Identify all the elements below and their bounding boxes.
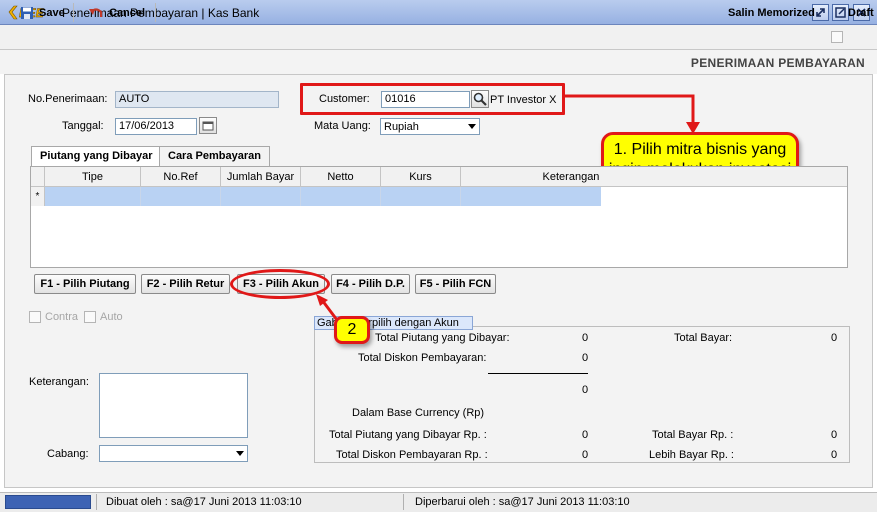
pilih-dp-button[interactable]: F4 - Pilih D.P. xyxy=(331,274,410,294)
customer-code-field[interactable]: 01016 xyxy=(381,91,470,108)
status-divider xyxy=(96,494,97,510)
draft-label: Draft xyxy=(848,7,874,19)
contra-label: Contra xyxy=(45,311,79,323)
cancel-button[interactable]: Cancel xyxy=(88,3,145,23)
mata-uang-label: Mata Uang: xyxy=(314,120,371,132)
maximize-icon xyxy=(835,7,846,18)
auto-label: Auto xyxy=(100,311,123,323)
customer-label: Customer: xyxy=(319,93,370,105)
salin-memorized-button[interactable]: Salin Memorized xyxy=(728,3,815,23)
grid-header-tipe[interactable]: Tipe xyxy=(45,167,141,186)
no-penerimaan-field[interactable]: AUTO xyxy=(115,91,279,108)
grid-cell[interactable] xyxy=(141,187,221,206)
keterangan-textarea[interactable] xyxy=(99,373,248,438)
page-title: PENERIMAAN PEMBAYARAN xyxy=(690,56,865,70)
piutang-grid: Tipe No.Ref Jumlah Bayar Netto Kurs Kete… xyxy=(30,166,848,268)
tanggal-field[interactable]: 17/06/2013 xyxy=(115,118,197,135)
auto-checkbox[interactable] xyxy=(84,311,96,323)
keterangan-label: Keterangan: xyxy=(29,376,89,388)
mata-uang-select[interactable]: Rupiah xyxy=(380,118,480,135)
date-picker-button[interactable] xyxy=(199,117,217,134)
contra-checkbox[interactable] xyxy=(29,311,41,323)
callout-step-2: 2 xyxy=(334,316,370,344)
grid-header-jumlah-bayar[interactable]: Jumlah Bayar xyxy=(221,167,301,186)
total-bayar-rp-value: 0 xyxy=(831,429,838,441)
total-piutang-dibayar-label: Total Piutang yang Dibayar: xyxy=(375,332,510,344)
pilih-fcn-button[interactable]: F5 - Pilih FCN xyxy=(415,274,496,294)
pilih-piutang-button[interactable]: F1 - Pilih Piutang xyxy=(34,274,136,294)
grid-header-keterangan[interactable]: Keterangan xyxy=(461,167,681,186)
undo-arrow-icon xyxy=(89,8,103,17)
toolbar-divider xyxy=(73,3,74,22)
grid-cell[interactable] xyxy=(45,187,141,206)
maximize-button[interactable] xyxy=(832,4,849,21)
grid-header-netto[interactable]: Netto xyxy=(301,167,381,186)
save-button[interactable]: Save xyxy=(20,3,65,23)
calendar-icon xyxy=(202,121,214,131)
grid-header: Tipe No.Ref Jumlah Bayar Netto Kurs Kete… xyxy=(31,167,847,187)
total-piutang-rp-label: Total Piutang yang Dibayar Rp. : xyxy=(329,429,487,441)
subtotal-line xyxy=(488,373,588,374)
total-piutang-dibayar-value: 0 xyxy=(582,332,589,344)
subtotal-value: 0 xyxy=(582,384,589,396)
grid-header-marker xyxy=(31,167,45,186)
status-indicator xyxy=(5,495,91,509)
floppy-disk-icon xyxy=(21,7,33,19)
grid-header-kurs[interactable]: Kurs xyxy=(381,167,461,186)
search-icon xyxy=(473,92,487,106)
mata-uang-value: Rupiah xyxy=(384,120,419,133)
total-diskon-value: 0 xyxy=(582,352,589,364)
restore-icon xyxy=(816,8,825,17)
total-diskon-rp-label: Total Diskon Pembayaran Rp. : xyxy=(336,449,488,461)
total-bayar-rp-label: Total Bayar Rp. : xyxy=(652,429,734,441)
tab-cara-pembayaran[interactable]: Cara Pembayaran xyxy=(159,146,270,166)
cabang-label: Cabang: xyxy=(47,448,89,460)
tab-piutang-yang-dibayar[interactable]: Piutang yang Dibayar xyxy=(31,146,162,167)
total-diskon-rp-value: 0 xyxy=(582,449,589,461)
toolbar-divider xyxy=(155,3,156,22)
grid-cell[interactable] xyxy=(461,187,601,206)
save-label: Save xyxy=(39,7,65,19)
cabang-select[interactable] xyxy=(99,445,248,462)
new-row-marker: * xyxy=(31,187,45,206)
total-piutang-rp-value: 0 xyxy=(582,429,589,441)
grid-header-noref[interactable]: No.Ref xyxy=(141,167,221,186)
table-row[interactable]: * xyxy=(31,187,847,206)
total-bayar-label: Total Bayar: xyxy=(674,332,733,344)
grid-cell[interactable] xyxy=(381,187,461,206)
lebih-bayar-rp-value: 0 xyxy=(831,449,838,461)
pilih-retur-button[interactable]: F2 - Pilih Retur xyxy=(141,274,230,294)
cancel-label: Cancel xyxy=(109,7,146,19)
draft-checkbox[interactable] xyxy=(831,31,843,43)
updated-by-status: Diperbarui oleh : sa@17 Juni 2013 11:03:… xyxy=(415,496,630,508)
customer-search-button[interactable] xyxy=(471,90,489,108)
customer-name: PT Investor X xyxy=(490,94,557,106)
toolbar xyxy=(0,25,877,50)
lebih-bayar-rp-label: Lebih Bayar Rp. : xyxy=(649,449,734,461)
base-currency-label: Dalam Base Currency (Rp) xyxy=(352,407,485,419)
created-by-status: Dibuat oleh : sa@17 Juni 2013 11:03:10 xyxy=(106,496,302,508)
grid-cell[interactable] xyxy=(221,187,301,206)
chevron-down-icon xyxy=(236,451,244,456)
total-bayar-value: 0 xyxy=(831,332,838,344)
status-divider xyxy=(403,494,404,510)
tanggal-label: Tanggal: xyxy=(62,120,104,132)
grid-cell[interactable] xyxy=(301,187,381,206)
chevron-down-icon xyxy=(468,124,476,129)
total-diskon-label: Total Diskon Pembayaran: xyxy=(358,352,487,364)
no-penerimaan-label: No.Penerimaan: xyxy=(28,93,108,105)
